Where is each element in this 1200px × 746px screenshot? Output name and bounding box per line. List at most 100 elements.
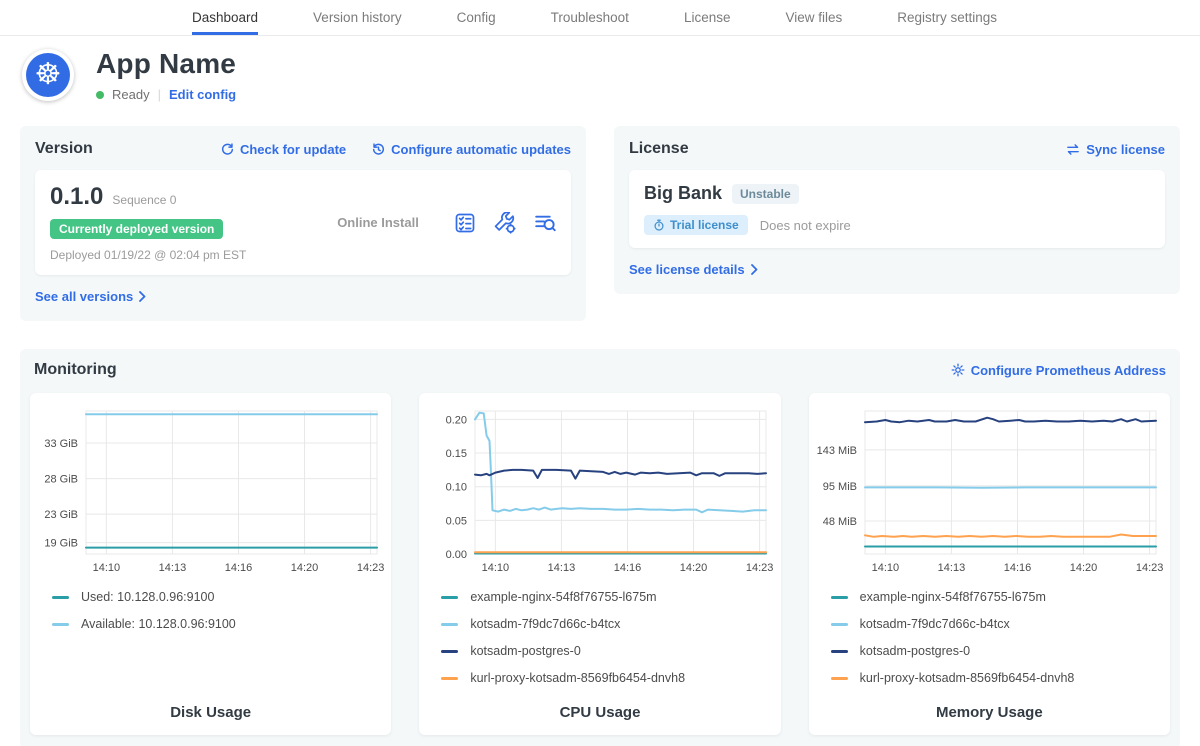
- svg-text:28 GiB: 28 GiB: [45, 474, 79, 486]
- legend-item: kurl-proxy-kotsadm-8569fb6454-dnvh8: [441, 671, 776, 685]
- install-type-label: Online Install: [302, 215, 454, 230]
- legend-item: kotsadm-7f9dc7d66c-b4tcx: [831, 617, 1166, 631]
- customer-name: Big Bank: [644, 183, 722, 204]
- cards-row: Version Check for update: [20, 126, 1180, 321]
- svg-text:14:13: 14:13: [159, 562, 187, 574]
- legend-swatch-icon: [441, 677, 458, 680]
- legend-item: kurl-proxy-kotsadm-8569fb6454-dnvh8: [831, 671, 1166, 685]
- svg-text:0.05: 0.05: [446, 515, 467, 527]
- status-dot-icon: [96, 91, 104, 99]
- legend-item: example-nginx-54f8f76755-l675m: [441, 590, 776, 604]
- tab-view-files[interactable]: View files: [785, 0, 842, 35]
- status-text: Ready: [112, 87, 150, 102]
- divider: |: [158, 87, 161, 102]
- legend-item: example-nginx-54f8f76755-l675m: [831, 590, 1166, 604]
- tab-license[interactable]: License: [684, 0, 731, 35]
- stopwatch-icon: [653, 219, 665, 231]
- svg-text:143 MiB: 143 MiB: [816, 445, 856, 457]
- app-logo: ☸: [22, 49, 74, 101]
- chart-legend: example-nginx-54f8f76755-l675m kotsadm-7f…: [831, 590, 1166, 685]
- tab-dashboard[interactable]: Dashboard: [192, 0, 258, 35]
- config-wrench-icon[interactable]: [494, 212, 516, 234]
- svg-text:14:20: 14:20: [1070, 562, 1098, 574]
- legend-label: kurl-proxy-kotsadm-8569fb6454-dnvh8: [860, 671, 1075, 685]
- configure-prometheus-link[interactable]: Configure Prometheus Address: [951, 363, 1166, 378]
- legend-swatch-icon: [831, 596, 848, 599]
- see-license-details-link[interactable]: See license details: [629, 262, 758, 277]
- svg-text:14:13: 14:13: [548, 562, 576, 574]
- cpu-usage-chart: 14:1014:1314:1614:2014:230.200.150.100.0…: [423, 403, 776, 578]
- chart-title: Disk Usage: [34, 692, 387, 721]
- legend-swatch-icon: [831, 677, 848, 680]
- svg-text:14:13: 14:13: [937, 562, 965, 574]
- charts-row: 14:10 14:13 14:16 14:20 14:23 33 GiB 28 GiB 23 …: [30, 393, 1170, 735]
- svg-text:33 GiB: 33 GiB: [45, 438, 79, 450]
- monitoring-title: Monitoring: [34, 361, 117, 379]
- top-nav: Dashboard Version history Config Troublesho…: [0, 0, 1200, 36]
- tab-troubleshoot[interactable]: Troubleshoot: [551, 0, 629, 35]
- legend-swatch-icon: [831, 650, 848, 653]
- cpu-usage-chart-panel: 14:1014:1314:1614:2014:230.200.150.100.0…: [419, 393, 780, 735]
- chart-legend: example-nginx-54f8f76755-l675m kotsadm-7f…: [441, 590, 776, 685]
- trial-license-badge: Trial license: [644, 215, 748, 235]
- legend-swatch-icon: [441, 623, 458, 626]
- svg-text:14:23: 14:23: [746, 562, 774, 574]
- disk-usage-chart-panel: 14:1014:1314:1614:2014:2333 GiB28 GiB23 …: [30, 393, 391, 735]
- current-version-panel: 0.1.0 Sequence 0 Currently deployed vers…: [35, 170, 571, 275]
- sync-license-link[interactable]: Sync license: [1066, 142, 1165, 157]
- svg-text:14:10: 14:10: [93, 562, 121, 574]
- deployed-badge: Currently deployed version: [50, 219, 223, 239]
- license-card: License Sync license Big Bank Unstable: [614, 126, 1180, 294]
- clock-history-icon: [372, 143, 385, 156]
- see-all-versions-link[interactable]: See all versions: [35, 289, 146, 304]
- kubernetes-icon: ☸: [26, 53, 70, 97]
- deploy-logs-icon[interactable]: [534, 212, 556, 234]
- channel-badge: Unstable: [732, 184, 799, 204]
- preflight-checks-icon[interactable]: [454, 212, 476, 234]
- legend-swatch-icon: [52, 623, 69, 626]
- tab-registry-settings[interactable]: Registry settings: [897, 0, 997, 35]
- svg-text:0.00: 0.00: [446, 549, 467, 561]
- tab-config[interactable]: Config: [457, 0, 496, 35]
- license-expiry: Does not expire: [760, 218, 851, 233]
- version-card-title: Version: [35, 140, 93, 158]
- tab-version-history[interactable]: Version history: [313, 0, 402, 35]
- legend-swatch-icon: [441, 650, 458, 653]
- legend-label: example-nginx-54f8f76755-l675m: [470, 590, 656, 604]
- svg-text:0.10: 0.10: [446, 482, 467, 494]
- svg-text:14:16: 14:16: [614, 562, 642, 574]
- svg-text:14:10: 14:10: [871, 562, 899, 574]
- configure-automatic-updates-link[interactable]: Configure automatic updates: [372, 142, 571, 157]
- edit-config-link[interactable]: Edit config: [169, 87, 236, 102]
- chevron-right-icon: [139, 291, 146, 302]
- chart-legend: Used: 10.128.0.96:9100 Available: 10.128.…: [52, 590, 387, 631]
- legend-label: kotsadm-7f9dc7d66c-b4tcx: [860, 617, 1010, 631]
- disk-usage-chart: 14:1014:1314:1614:2014:2333 GiB28 GiB23 …: [34, 403, 387, 578]
- refresh-icon: [221, 143, 234, 156]
- monitoring-section: Monitoring Configure Prometheus Address …: [20, 349, 1180, 746]
- svg-text:0.15: 0.15: [446, 448, 467, 460]
- memory-usage-chart-panel: 14:1014:1314:1614:2014:23143 MiB95 MiB48…: [809, 393, 1170, 735]
- svg-text:14:16: 14:16: [1004, 562, 1032, 574]
- svg-text:14:20: 14:20: [680, 562, 708, 574]
- legend-label: kotsadm-postgres-0: [470, 644, 580, 658]
- legend-swatch-icon: [831, 623, 848, 626]
- svg-text:14:20: 14:20: [291, 562, 319, 574]
- legend-swatch-icon: [441, 596, 458, 599]
- sequence-label: Sequence 0: [112, 193, 176, 207]
- page-title: App Name: [96, 48, 236, 80]
- legend-item: Used: 10.128.0.96:9100: [52, 590, 387, 604]
- svg-text:14:23: 14:23: [1136, 562, 1164, 574]
- version-card: Version Check for update: [20, 126, 586, 321]
- svg-text:23 GiB: 23 GiB: [45, 509, 79, 521]
- legend-label: Available: 10.128.0.96:9100: [81, 617, 236, 631]
- svg-text:19 GiB: 19 GiB: [45, 538, 79, 550]
- legend-item: Available: 10.128.0.96:9100: [52, 617, 387, 631]
- check-for-update-link[interactable]: Check for update: [221, 142, 346, 157]
- chevron-right-icon: [751, 264, 758, 275]
- svg-text:14:16: 14:16: [225, 562, 253, 574]
- chart-title: CPU Usage: [423, 692, 776, 721]
- svg-text:0.20: 0.20: [446, 414, 467, 426]
- legend-item: kotsadm-7f9dc7d66c-b4tcx: [441, 617, 776, 631]
- deployed-timestamp: Deployed 01/19/22 @ 02:04 pm EST: [50, 248, 302, 262]
